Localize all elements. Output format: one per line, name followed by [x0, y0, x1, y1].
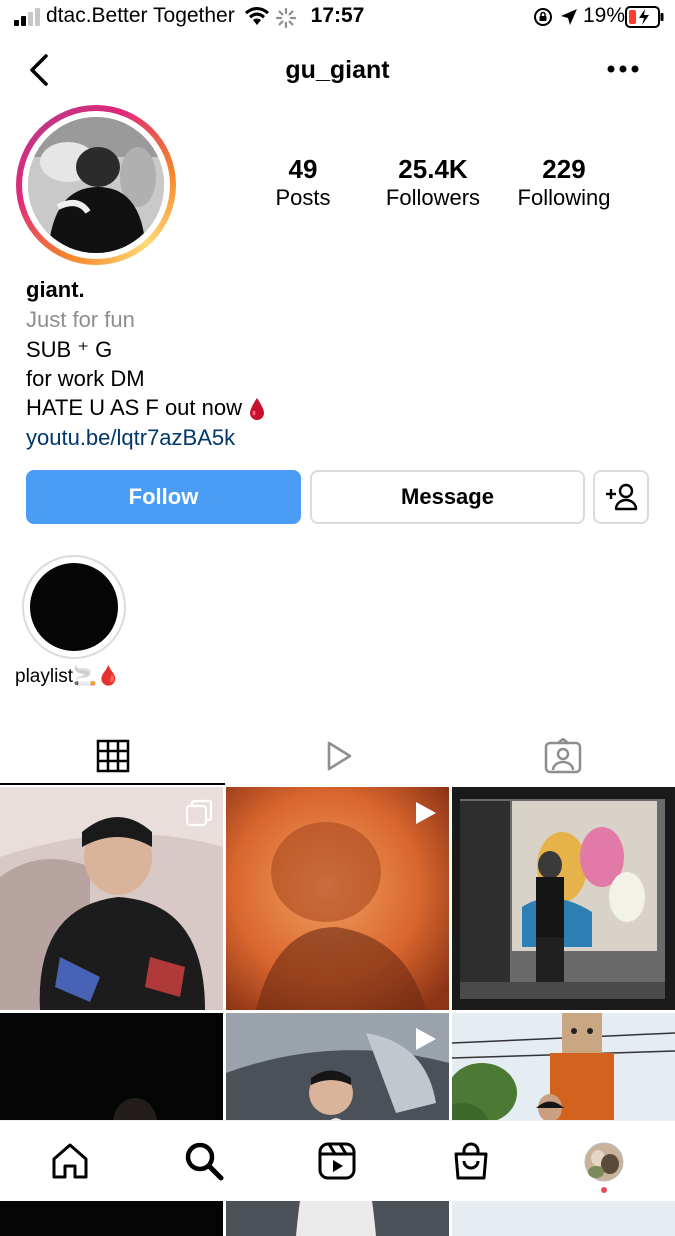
posts-count: 49 Posts [275, 154, 331, 210]
tab-tagged[interactable] [450, 728, 675, 784]
orientation-lock-icon [534, 8, 552, 26]
profile-username: gu_giant [285, 56, 390, 84]
video-play-icon [416, 802, 436, 824]
followers-count[interactable]: 25.4K Followers [378, 154, 488, 212]
post-tile[interactable] [452, 787, 675, 1010]
bio-link[interactable]: youtu.be/lqtr7azBA5k [26, 425, 235, 451]
search-icon[interactable] [184, 1141, 224, 1181]
status-bar: dtac.Better Together 17:57 19% [0, 0, 675, 36]
battery-percentage: 19% [583, 4, 626, 27]
message-button[interactable]: Message [310, 470, 585, 524]
shop-bag-icon[interactable] [451, 1141, 491, 1181]
bio-line: SUB ⁺ G [26, 337, 113, 362]
profile-header: gu_giant [0, 44, 675, 96]
suggested-users-button[interactable] [593, 470, 649, 524]
profile-display-name: giant. [26, 277, 85, 302]
post-tile[interactable] [226, 787, 449, 1010]
notification-dot [601, 1187, 607, 1193]
bio-line: for work DM [26, 366, 145, 391]
tab-grid[interactable] [0, 728, 225, 784]
more-horizontal-icon[interactable] [606, 64, 640, 74]
home-icon[interactable] [50, 1141, 90, 1181]
profile-avatar [28, 117, 164, 253]
active-tab-indicator [0, 783, 225, 785]
post-tile[interactable] [0, 787, 223, 1010]
battery-icon [625, 6, 664, 28]
blood-drop-icon [250, 398, 265, 421]
following-count[interactable]: 229 Following [510, 154, 618, 212]
bottom-navigation [0, 1120, 675, 1201]
story-highlight-cover [30, 563, 118, 651]
tagged-person-icon [544, 738, 581, 774]
profile-avatar-icon[interactable] [584, 1142, 624, 1182]
profile-category: Just for fun [26, 307, 135, 332]
reels-icon[interactable] [317, 1141, 357, 1181]
video-play-icon [416, 1028, 436, 1050]
grid-icon [96, 739, 129, 773]
bio-line: HATE U AS F out now [26, 395, 266, 421]
story-highlight-label: playlist🚬🩸 [15, 666, 121, 687]
profile-avatar-story-ring[interactable] [16, 105, 176, 265]
story-highlight[interactable] [22, 555, 126, 659]
add-person-icon [606, 483, 638, 511]
carousel-icon [185, 799, 213, 827]
reels-play-icon [327, 741, 351, 771]
location-arrow-icon [561, 9, 577, 25]
tab-reels[interactable] [225, 728, 450, 784]
follow-button[interactable]: Follow [26, 470, 301, 524]
